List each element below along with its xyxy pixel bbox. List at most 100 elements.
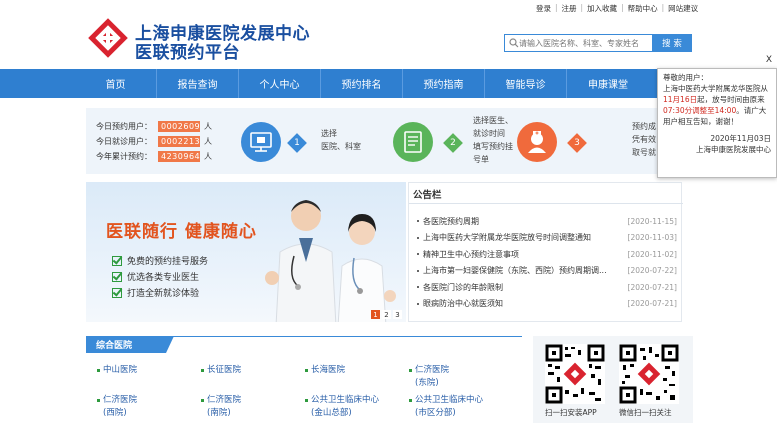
step-line: 号单 [473,155,489,164]
check-icon [112,255,122,266]
add-favorite-link[interactable]: 加入收藏 [583,3,621,14]
register-link[interactable]: 注册 [558,3,581,14]
nav-home[interactable]: 首页 [75,69,157,98]
notice-link[interactable]: 上海市第一妇婴保健院（东院、西院）预约周期调... [417,265,607,276]
hospital-link[interactable]: 公共卫生临床中心 (金山总部) [305,394,380,420]
nav-personal-center[interactable]: 个人中心 [239,69,321,98]
feature-text: 打造全新就诊体验 [127,289,200,299]
bullet-icon [409,399,412,402]
hospital-campus: (金山总部) [311,408,352,418]
monitor-icon [241,122,281,162]
stat-value: 4230964 [158,150,200,162]
notice-date: [2020-11-15] [627,216,677,226]
promo-banner[interactable]: 医联随行 健康随心 免费的预约挂号服务 优选各类专业医生 打造全新就诊体验 1 … [86,182,406,322]
popup-highlight-time: 07:30分调整至14:00 [663,106,737,115]
bullet-icon [305,369,308,372]
search-input[interactable] [519,38,647,48]
stat-unit: 人 [204,121,212,131]
banner-page-2[interactable]: 2 [382,310,391,319]
banner-feature: 免费的预约挂号服务 [112,254,208,267]
hospital-name: 仁济医院 [103,395,138,405]
hospital-link[interactable]: 仁济医院 (南院) [201,394,242,420]
hospital-name: 仁济医院 [207,395,242,405]
banner-headline: 医联随行 健康随心 [106,222,257,242]
popup-text: 上海中医药大学附属龙华医院从 [663,84,768,93]
popup-greeting: 尊敬的用户： [663,73,708,82]
hospital-name: 长海医院 [311,365,346,375]
notice-date: [2020-11-02] [627,249,677,259]
step-line: 选择医生、 [473,116,513,125]
popup-highlight-date: 11月16日 [663,95,698,104]
hospital-name: 仁济医院 [415,365,450,375]
notice-link[interactable]: 各医院门诊的年龄限制 [417,282,503,293]
nav-booking-guide[interactable]: 预约指南 [403,69,485,98]
search-icon [509,38,519,48]
nav-shenkang-class[interactable]: 申康课堂 [567,69,649,98]
app-qr-code [545,344,605,404]
login-link[interactable]: 登录 [532,3,555,14]
notice-link[interactable]: 精神卫生中心预约注意事项 [417,249,519,260]
divider [409,203,683,204]
nav-smart-triage[interactable]: 智能导诊 [485,69,567,98]
stat-label: 今年累计预约： [96,151,152,161]
notice-board: 公告栏 各医院预约周期 [2020-11-15] 上海中医药大学附属龙华医院放号时… [408,182,683,322]
notice-link[interactable]: 上海中医药大学附属龙华医院放号时间调整通知 [417,232,591,243]
popup-sign-date: 2020年11月03日 [710,134,771,143]
hospital-link[interactable]: 公共卫生临床中心 (市区分部) [409,394,483,420]
feature-text: 免费的预约挂号服务 [127,257,209,267]
list-item: 上海市第一妇婴保健院（东院、西院）预约周期调... [2020-07-22] [417,263,681,280]
wechat-qr-caption: 微信扫一扫关注 [619,408,672,417]
hospital-link[interactable]: 长征医院 [201,364,242,377]
hospital-link[interactable]: 仁济医院 (东院) [409,364,450,390]
close-icon[interactable]: X [766,55,772,66]
popup-sign-org: 上海申康医院发展中心 [696,145,771,154]
check-icon [112,271,122,282]
hospital-name: 公共卫生临床中心 [311,395,380,405]
list-item: 眼病防治中心就医须知 [2020-07-21] [417,296,681,313]
logo-subtitle: 医联预约平台 [135,43,240,63]
popup-text: 起，放号时间由原来 [697,95,765,104]
search-button[interactable]: 搜 索 [652,34,692,52]
stat-label: 今日预约用户： [96,121,152,131]
hospital-section: 综合医院 中山医院 长征医院 长海医院 仁济医院 (东院) 仁济医院 (西院) 仁济… [86,336,522,423]
tab-general-hospitals[interactable]: 综合医院 [86,336,174,353]
step-line: 取号就 [632,148,656,157]
site-suggestion-link[interactable]: 网站建议 [664,3,702,14]
notice-link[interactable]: 各医院预约周期 [417,216,479,227]
hospital-link[interactable]: 中山医院 [97,364,138,377]
page: 登录 | 注册 | 加入收藏 | 帮助中心 | 网站建议 上海申康医院发展中心 医联预约… [0,0,777,423]
banner-page-1[interactable]: 1 [371,310,380,319]
feature-text: 优选各类专业医生 [127,273,200,283]
site-logo[interactable]: 上海申康医院发展中心 医联预约平台 [86,16,326,63]
step-number: 2 [450,138,456,148]
nav-report-query[interactable]: 报告查询 [157,69,239,98]
step-line: 选择 [321,129,337,138]
notice-date: [2020-07-21] [627,299,677,309]
bullet-icon [201,399,204,402]
help-center-link[interactable]: 帮助中心 [624,3,662,14]
notice-link[interactable]: 眼病防治中心就医须知 [417,298,503,309]
stat-today-visit: 今日就诊用户： 0002213 人 [96,134,212,148]
bullet-icon [305,399,308,402]
hospital-campus: (东院) [415,378,439,388]
hospital-link[interactable]: 长海医院 [305,364,346,377]
qr-code-icon [545,344,605,404]
notice-date: [2020-07-22] [627,266,677,276]
hospital-name: 长征医院 [207,365,242,375]
step-line: 医院、科室 [321,142,361,151]
hospital-campus: (西院) [103,408,127,418]
search-box [504,34,652,52]
step-number: 3 [574,138,580,148]
hospital-link[interactable]: 仁济医院 (西院) [97,394,138,420]
notice-date: [2020-11-03] [627,233,677,243]
banner-feature: 优选各类专业医生 [112,270,199,283]
hospital-name: 中山医院 [103,365,138,375]
step-line: 就诊时间 [473,129,505,138]
bullet-icon [201,369,204,372]
stat-unit: 人 [204,151,212,161]
step-line: 填写预约挂 [473,142,513,151]
list-item: 上海中医药大学附属龙华医院放号时间调整通知 [2020-11-03] [417,230,681,247]
nav-booking-ranking[interactable]: 预约排名 [321,69,403,98]
banner-page-3[interactable]: 3 [393,310,402,319]
qr-code-icon [619,344,679,404]
